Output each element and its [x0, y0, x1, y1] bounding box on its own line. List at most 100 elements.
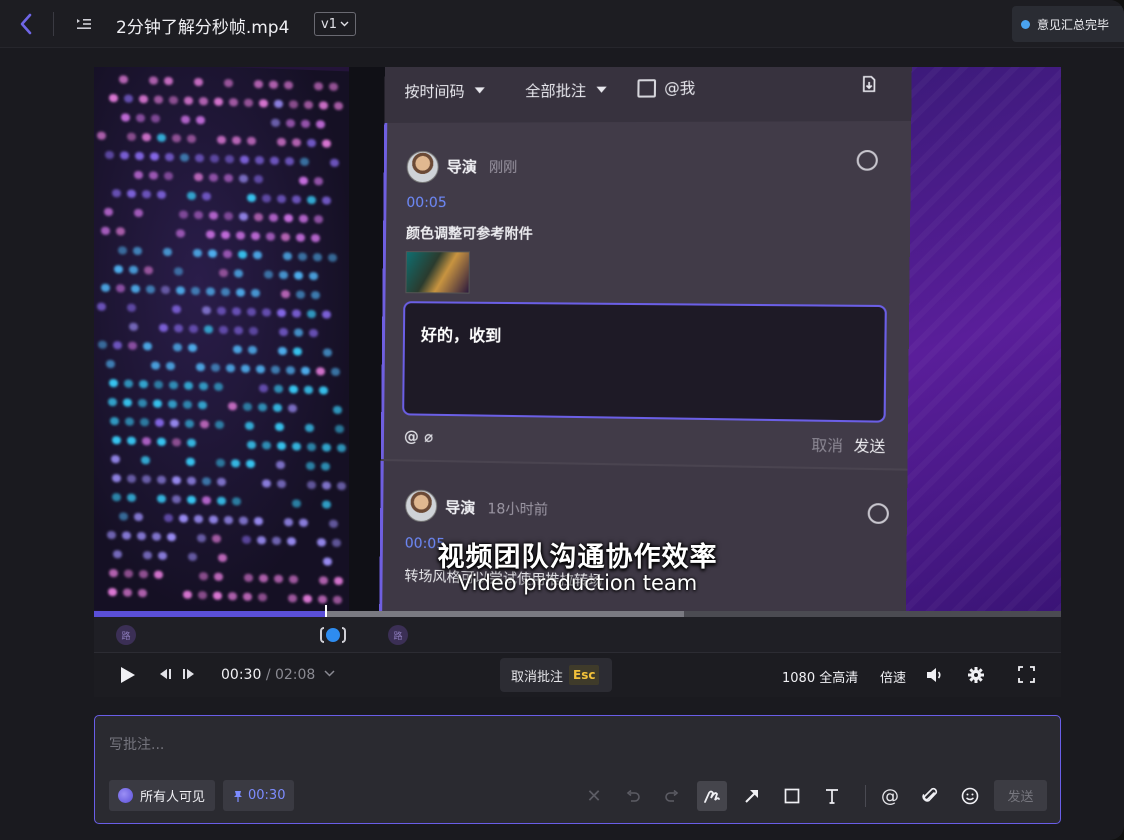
prev-frame-button[interactable]	[158, 668, 172, 680]
mention-button[interactable]: @	[875, 781, 905, 811]
led-light	[134, 170, 143, 180]
quality-selector[interactable]: 1080 全高清	[782, 667, 858, 686]
resolve-checkbox	[856, 150, 878, 171]
led-light	[112, 189, 121, 198]
led-light	[164, 171, 173, 181]
led-light	[279, 270, 288, 280]
visibility-label: 所有人可见	[140, 790, 206, 805]
pen-tool[interactable]	[697, 781, 727, 811]
chevron-left-icon	[20, 13, 32, 35]
chevron-down-icon	[340, 21, 349, 27]
clear-tool[interactable]: ✕	[579, 781, 609, 811]
volume-icon[interactable]	[926, 667, 944, 683]
led-light	[224, 211, 233, 221]
led-light	[221, 287, 230, 297]
marker-glyph: 路	[121, 631, 131, 642]
led-light	[168, 400, 177, 409]
led-light	[120, 151, 129, 160]
sort-dropdown: 按时间码	[404, 80, 485, 102]
led-light	[233, 345, 242, 354]
led-light	[214, 97, 223, 106]
led-row	[112, 474, 346, 491]
comment-text: 颜色调整可参考附件	[405, 226, 533, 243]
comment-author: 导演	[446, 157, 477, 176]
reply-tools-icons: @ ⌀	[403, 427, 434, 446]
led-light	[202, 477, 211, 486]
led-wall	[94, 67, 356, 615]
led-light	[150, 152, 159, 161]
send-button[interactable]: 发送	[994, 780, 1047, 811]
play-button[interactable]	[120, 666, 136, 684]
led-light	[127, 189, 136, 198]
rectangle-tool[interactable]	[777, 781, 807, 811]
led-light	[143, 342, 152, 351]
led-light	[314, 82, 323, 91]
led-light	[174, 324, 183, 333]
led-light	[276, 460, 285, 470]
led-row	[96, 454, 330, 471]
led-row	[106, 359, 340, 377]
undo-icon	[626, 790, 640, 802]
led-light	[248, 345, 257, 355]
arrow-icon	[745, 790, 758, 803]
led-light	[232, 136, 241, 145]
next-frame-button[interactable]	[182, 668, 196, 680]
speed-selector[interactable]: 倍速	[880, 667, 906, 686]
led-light	[180, 153, 189, 162]
led-light	[139, 94, 148, 104]
led-light	[154, 380, 163, 389]
version-selector[interactable]: v1	[314, 12, 356, 36]
led-light	[243, 402, 252, 411]
undo-tool[interactable]	[618, 781, 648, 811]
cancel-annotation-label: 取消批注	[511, 669, 564, 685]
led-light	[234, 269, 243, 278]
led-row	[109, 93, 343, 111]
led-light	[128, 341, 137, 350]
visibility-button[interactable]: 所有人可见	[109, 780, 215, 811]
comment-time: 18小时前	[487, 501, 549, 519]
led-light	[247, 193, 256, 203]
led-row	[97, 302, 331, 319]
settings-gear-icon[interactable]	[967, 666, 985, 684]
redo-tool[interactable]	[657, 781, 687, 811]
led-light	[262, 194, 271, 203]
arrow-tool[interactable]	[737, 781, 767, 811]
playhead[interactable]	[325, 605, 327, 617]
fullscreen-icon[interactable]	[1018, 666, 1035, 683]
at-icon: @	[881, 785, 899, 807]
led-light	[238, 250, 247, 259]
led-light	[187, 495, 196, 504]
attach-button[interactable]	[915, 781, 945, 811]
led-light	[188, 343, 197, 353]
led-light	[232, 497, 241, 506]
emoji-button[interactable]	[955, 781, 985, 811]
pin-timecode-button[interactable]: 00:30	[223, 780, 294, 811]
cancel-annotation-button[interactable]: 取消批注 Esc	[500, 658, 612, 692]
video-frame[interactable]: 按时间码 全部批注 @我 导演 刚刚 00:05 颜色调整可参考附件 好的，收到	[94, 67, 1061, 615]
timecode-display[interactable]: 00:30 / 02:08	[221, 667, 335, 683]
led-light	[322, 139, 331, 148]
led-light	[184, 381, 193, 390]
annotation-marker[interactable]: 路	[388, 625, 408, 645]
led-light	[329, 82, 338, 91]
led-light	[121, 113, 130, 122]
led-row	[112, 436, 346, 453]
subtitle-chinese: 视频团队沟通协作效率	[437, 542, 718, 573]
led-light	[289, 385, 298, 394]
annotation-marker[interactable]: 路	[116, 625, 136, 645]
review-status-button[interactable]: 意见汇总完毕	[1012, 6, 1124, 42]
file-list-button[interactable]	[74, 14, 94, 34]
led-light	[194, 514, 203, 524]
text-tool[interactable]	[817, 781, 847, 811]
chevron-down-icon	[324, 670, 335, 677]
annotation-input[interactable]: 写批注...	[109, 734, 164, 754]
current-annotation-marker[interactable]	[316, 624, 350, 646]
led-light	[316, 367, 325, 376]
comment-timecode: 00:05	[406, 195, 447, 212]
back-button[interactable]	[14, 12, 38, 36]
led-light	[217, 306, 226, 316]
led-light	[172, 495, 181, 504]
led-light	[119, 75, 128, 84]
led-light	[157, 437, 166, 446]
led-light	[118, 246, 127, 255]
